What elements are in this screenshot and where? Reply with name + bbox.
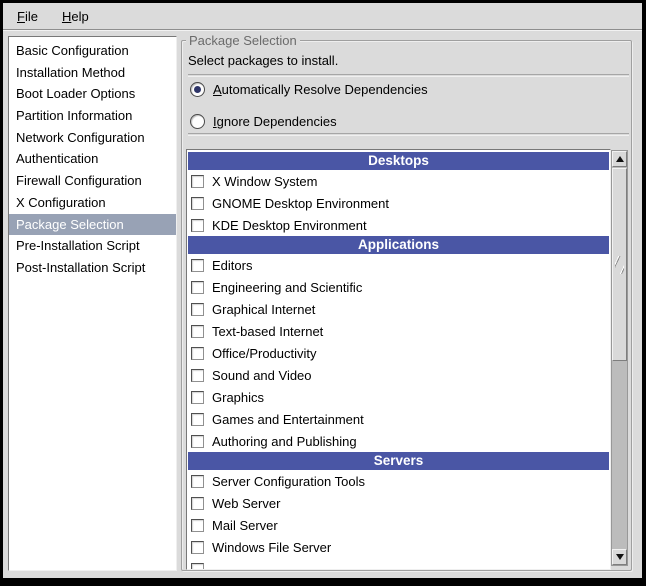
package-item[interactable]: KDE Desktop Environment <box>187 214 610 236</box>
checkbox[interactable] <box>191 541 204 554</box>
checkbox[interactable] <box>191 475 204 488</box>
sidebar-item-authentication[interactable]: Authentication <box>9 148 176 170</box>
checkbox[interactable] <box>191 563 204 571</box>
package-item[interactable]: Server Configuration Tools <box>187 470 610 492</box>
sidebar-item-package-selection[interactable]: Package Selection <box>9 214 176 236</box>
scroll-up-button[interactable] <box>612 151 627 167</box>
checkbox[interactable] <box>191 435 204 448</box>
radio-label: Ignore Dependencies <box>213 114 337 129</box>
checkbox[interactable] <box>191 325 204 338</box>
package-item-label: Games and Entertainment <box>212 412 364 427</box>
sidebar-item-firewall-configuration[interactable]: Firewall Configuration <box>9 170 176 192</box>
package-item-label: Sound and Video <box>212 368 312 383</box>
package-item-label: Mail Server <box>212 518 278 533</box>
separator <box>188 133 629 135</box>
instruction-text: Select packages to install. <box>188 53 338 68</box>
checkbox[interactable] <box>191 519 204 532</box>
menu-file[interactable]: File <box>12 7 43 26</box>
package-item-label: Engineering and Scientific <box>212 280 362 295</box>
sidebar-item-pre-installation-script[interactable]: Pre-Installation Script <box>9 235 176 257</box>
sidebar-item-network-configuration[interactable]: Network Configuration <box>9 127 176 149</box>
package-group-header: Desktops <box>188 152 609 170</box>
checkbox[interactable] <box>191 175 204 188</box>
package-group-header: Servers <box>188 452 609 470</box>
checkbox[interactable] <box>191 497 204 510</box>
checkbox[interactable] <box>191 391 204 404</box>
frame-title: Package Selection <box>186 33 300 48</box>
scrollbar-thumb[interactable] <box>612 168 627 361</box>
package-item[interactable]: Authoring and Publishing <box>187 430 610 452</box>
package-item[interactable]: Editors <box>187 254 610 276</box>
package-item[interactable]: Text-based Internet <box>187 320 610 342</box>
sidebar-item-x-configuration[interactable]: X Configuration <box>9 192 176 214</box>
package-item-partial[interactable] <box>187 558 610 570</box>
package-item-label: Windows File Server <box>212 540 331 555</box>
package-list[interactable]: Desktops X Window System GNOME Desktop Env… <box>186 149 611 570</box>
checkbox[interactable] <box>191 259 204 272</box>
package-item-label: X Window System <box>212 174 317 189</box>
package-item[interactable]: Windows File Server <box>187 536 610 558</box>
menubar: File Help <box>3 3 642 30</box>
package-item[interactable]: Web Server <box>187 492 610 514</box>
package-item[interactable]: Graphics <box>187 386 610 408</box>
sidebar-item-basic-configuration[interactable]: Basic Configuration <box>9 40 176 62</box>
package-item[interactable]: Engineering and Scientific <box>187 276 610 298</box>
arrow-down-icon <box>616 554 624 560</box>
sidebar-item-partition-information[interactable]: Partition Information <box>9 105 176 127</box>
application-window: File Help Basic ConfigurationInstallation… <box>0 0 646 586</box>
package-item-label: Graphical Internet <box>212 302 315 317</box>
sidebar-item-post-installation-script[interactable]: Post-Installation Script <box>9 257 176 279</box>
package-list-scrollbar[interactable] <box>611 150 628 566</box>
menu-help[interactable]: Help <box>57 7 94 26</box>
package-item-label: KDE Desktop Environment <box>212 218 367 233</box>
package-item[interactable]: Sound and Video <box>187 364 610 386</box>
radio-dot-icon <box>194 86 201 93</box>
checkbox[interactable] <box>191 197 204 210</box>
sidebar-item-installation-method[interactable]: Installation Method <box>9 62 176 84</box>
package-group-header: Applications <box>188 236 609 254</box>
radio-label: Automatically Resolve Dependencies <box>213 82 428 97</box>
scrollbar-grip-icon <box>615 256 624 274</box>
package-item[interactable]: Mail Server <box>187 514 610 536</box>
checkbox[interactable] <box>191 281 204 294</box>
package-item-label: Office/Productivity <box>212 346 317 361</box>
checkbox[interactable] <box>191 219 204 232</box>
window-content: File Help Basic ConfigurationInstallation… <box>3 3 642 578</box>
checkbox[interactable] <box>191 303 204 316</box>
radio-option-1[interactable]: Ignore Dependencies <box>190 113 337 130</box>
package-item[interactable]: Graphical Internet <box>187 298 610 320</box>
arrow-up-icon <box>616 156 624 162</box>
package-item-label: Server Configuration Tools <box>212 474 365 489</box>
package-item-label: Authoring and Publishing <box>212 434 357 449</box>
package-item-label: Text-based Internet <box>212 324 323 339</box>
package-item-label: Graphics <box>212 390 264 405</box>
checkbox[interactable] <box>191 347 204 360</box>
package-item-label: Editors <box>212 258 252 273</box>
config-section-list[interactable]: Basic ConfigurationInstallation MethodBo… <box>8 36 177 571</box>
package-item-label: Web Server <box>212 496 280 511</box>
package-item-label: GNOME Desktop Environment <box>212 196 389 211</box>
radio-button[interactable] <box>190 82 205 97</box>
package-item[interactable]: GNOME Desktop Environment <box>187 192 610 214</box>
sidebar-item-boot-loader-options[interactable]: Boot Loader Options <box>9 83 176 105</box>
radio-option-0[interactable]: Automatically Resolve Dependencies <box>190 81 428 98</box>
checkbox[interactable] <box>191 413 204 426</box>
package-item[interactable]: Games and Entertainment <box>187 408 610 430</box>
package-item[interactable]: X Window System <box>187 170 610 192</box>
radio-button[interactable] <box>190 114 205 129</box>
separator <box>188 74 629 76</box>
scroll-down-button[interactable] <box>612 549 627 565</box>
checkbox[interactable] <box>191 369 204 382</box>
package-item[interactable]: Office/Productivity <box>187 342 610 364</box>
